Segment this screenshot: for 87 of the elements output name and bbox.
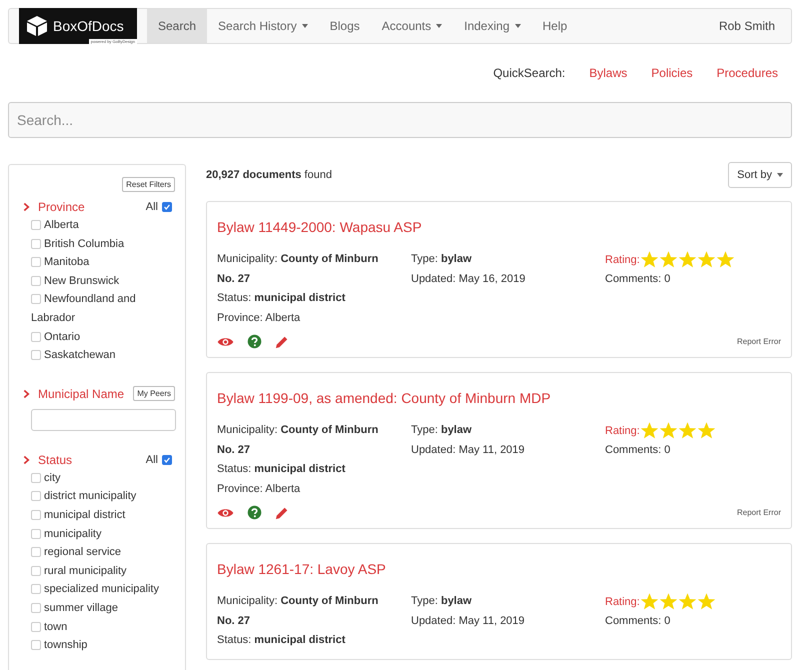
document-title[interactable]: Bylaw 1199-09, as amended: County of Minburn MDP bbox=[217, 390, 551, 406]
star-icon bbox=[640, 592, 659, 612]
sort-button[interactable]: Sort by bbox=[728, 162, 792, 188]
type-text: Type: bylaw bbox=[411, 252, 473, 267]
help-icon[interactable] bbox=[247, 334, 262, 349]
type-text: Type: bylaw bbox=[411, 423, 473, 438]
filter-option[interactable]: summer village bbox=[31, 598, 175, 618]
filter-option[interactable]: specialized municipality bbox=[31, 580, 175, 599]
results-count: 20,927 documents found bbox=[206, 169, 332, 181]
status-text: Status: municipal district bbox=[217, 633, 346, 648]
star-icon bbox=[678, 592, 697, 612]
updated-text: Updated: May 11, 2019 bbox=[411, 614, 526, 628]
filter-option[interactable]: British Columbia bbox=[31, 234, 175, 254]
star-icon bbox=[658, 592, 678, 612]
filter-option[interactable]: town bbox=[31, 618, 175, 636]
pencil-icon[interactable] bbox=[275, 506, 289, 520]
chevron-icon[interactable] bbox=[23, 202, 30, 212]
chevron-icon[interactable] bbox=[23, 388, 30, 399]
eye-icon[interactable] bbox=[217, 506, 234, 518]
star-icon bbox=[716, 250, 735, 270]
filter-option[interactable]: regional service bbox=[31, 543, 175, 562]
comments-text: Comments: 0 bbox=[605, 272, 672, 286]
star-icon bbox=[678, 421, 697, 440]
cube-icon bbox=[25, 14, 49, 38]
report-error-link[interactable]: Report Error bbox=[736, 337, 781, 346]
all-label: All bbox=[146, 454, 158, 466]
star-icon bbox=[678, 250, 697, 270]
filter-option[interactable]: district municipality bbox=[31, 487, 175, 506]
star-icon bbox=[696, 250, 716, 270]
filter-option[interactable]: municipal district bbox=[31, 506, 175, 525]
search-field[interactable]: Search... bbox=[8, 102, 792, 138]
comments-text: Comments: 0 bbox=[605, 442, 672, 458]
user-name[interactable]: Rob Smith bbox=[718, 9, 791, 43]
logo-name: BoxOfDocs bbox=[53, 18, 124, 34]
filter-option[interactable]: Alberta bbox=[31, 216, 175, 235]
filter-option[interactable]: New Brunswick bbox=[31, 272, 175, 290]
updated-text: Updated: May 16, 2019 bbox=[411, 272, 526, 286]
all-label: All bbox=[146, 201, 158, 213]
nav-item[interactable]: Accounts bbox=[370, 9, 454, 43]
status-text: Status: municipal district bbox=[217, 462, 346, 477]
filter-title[interactable]: Province bbox=[38, 200, 85, 214]
nav-item[interactable]: Indexing bbox=[453, 9, 532, 43]
nav-item[interactable]: Help bbox=[532, 9, 578, 43]
filter-option[interactable]: Newfoundland and Labrador bbox=[31, 290, 175, 328]
province-text: Province: Alberta bbox=[217, 310, 302, 326]
quicksearch-link[interactable]: Procedures bbox=[704, 66, 790, 80]
eye-icon[interactable] bbox=[217, 336, 234, 348]
reset-filters-button[interactable]: Reset Filters bbox=[122, 177, 175, 192]
help-icon[interactable] bbox=[247, 505, 262, 520]
comments-text: Comments: 0 bbox=[605, 614, 672, 628]
rating-label: Rating: bbox=[605, 254, 640, 266]
nav-item[interactable]: Blogs bbox=[318, 9, 371, 43]
all-checkbox[interactable] bbox=[162, 454, 172, 465]
type-text: Type: bylaw bbox=[411, 594, 473, 609]
filter-title[interactable]: Status bbox=[38, 452, 72, 467]
document-title[interactable]: Bylaw 1261-17: Lavoy ASP bbox=[217, 561, 386, 577]
all-checkbox[interactable] bbox=[162, 202, 172, 212]
star-icon bbox=[640, 421, 659, 440]
rating-label: Rating: bbox=[605, 424, 640, 437]
star-icon bbox=[658, 421, 678, 440]
filter-option[interactable]: city bbox=[31, 468, 175, 488]
status-text: Status: municipal district bbox=[217, 291, 346, 306]
report-error-link[interactable]: Report Error bbox=[736, 508, 781, 517]
star-icon bbox=[658, 250, 678, 270]
filter-option[interactable]: Ontario bbox=[31, 328, 175, 346]
nav-item[interactable]: Search bbox=[147, 9, 208, 43]
quicksearch-link[interactable]: Policies bbox=[639, 66, 705, 80]
star-icon bbox=[640, 250, 659, 270]
quicksearch-link[interactable]: Bylaws bbox=[577, 66, 640, 80]
municipal-name-field[interactable] bbox=[31, 408, 176, 431]
document-title[interactable]: Bylaw 11449-2000: Wapasu ASP bbox=[217, 219, 422, 235]
nav-item[interactable]: Search History bbox=[207, 9, 319, 43]
pencil-icon[interactable] bbox=[275, 334, 289, 348]
rating-label: Rating: bbox=[605, 596, 640, 608]
quicksearch-label: QuickSearch: bbox=[493, 66, 566, 80]
filter-option[interactable]: rural municipality bbox=[31, 562, 175, 580]
my-peers-button[interactable]: My Peers bbox=[133, 386, 175, 402]
filter-title[interactable]: Municipal Name bbox=[38, 386, 124, 401]
filter-option[interactable]: municipality bbox=[31, 524, 175, 544]
filter-option[interactable]: Saskatchewan bbox=[31, 346, 175, 365]
province-text: Province: Alberta bbox=[217, 482, 302, 496]
star-icon bbox=[696, 421, 716, 440]
filter-option[interactable]: Manitoba bbox=[31, 253, 175, 272]
filter-option[interactable]: township bbox=[31, 636, 175, 655]
star-icon bbox=[696, 592, 716, 612]
chevron-icon[interactable] bbox=[23, 454, 30, 465]
updated-text: Updated: May 11, 2019 bbox=[411, 442, 526, 458]
